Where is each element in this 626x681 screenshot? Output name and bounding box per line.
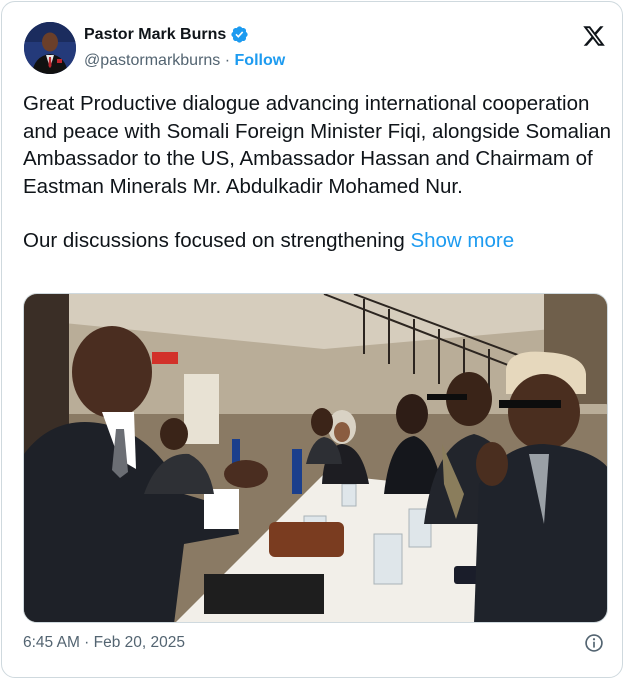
author-handle[interactable]: @pastormarkburns: [84, 52, 220, 70]
tweet-card: Pastor Mark Burns @pastormarkburns · Fol…: [1, 1, 623, 678]
photo-image: [24, 294, 607, 622]
separator-dot: ·: [220, 52, 235, 69]
x-logo-icon[interactable]: [581, 24, 607, 48]
show-more-link[interactable]: Show more: [410, 229, 514, 252]
post-paragraph-2-text: Our discussions focused on strengthening: [23, 229, 411, 252]
avatar-image: [24, 22, 76, 74]
post-timestamp[interactable]: 6:45 AM · Feb 20, 2025: [23, 634, 185, 652]
follow-button[interactable]: Follow: [235, 52, 286, 70]
author-handle-row: @pastormarkburns · Follow: [84, 52, 285, 70]
author-name-row: Pastor Mark Burns: [84, 25, 249, 44]
post-paragraph-1: Great Productive dialogue advancing inte…: [23, 92, 622, 198]
avatar[interactable]: [24, 22, 76, 74]
post-text: Great Productive dialogue advancing inte…: [23, 90, 613, 255]
author-display-name[interactable]: Pastor Mark Burns: [84, 26, 226, 44]
verified-badge-icon: [231, 26, 248, 43]
post-paragraph-2: Our discussions focused on strengthening…: [23, 227, 613, 255]
info-icon[interactable]: [584, 633, 604, 653]
post-photo[interactable]: [23, 293, 608, 623]
